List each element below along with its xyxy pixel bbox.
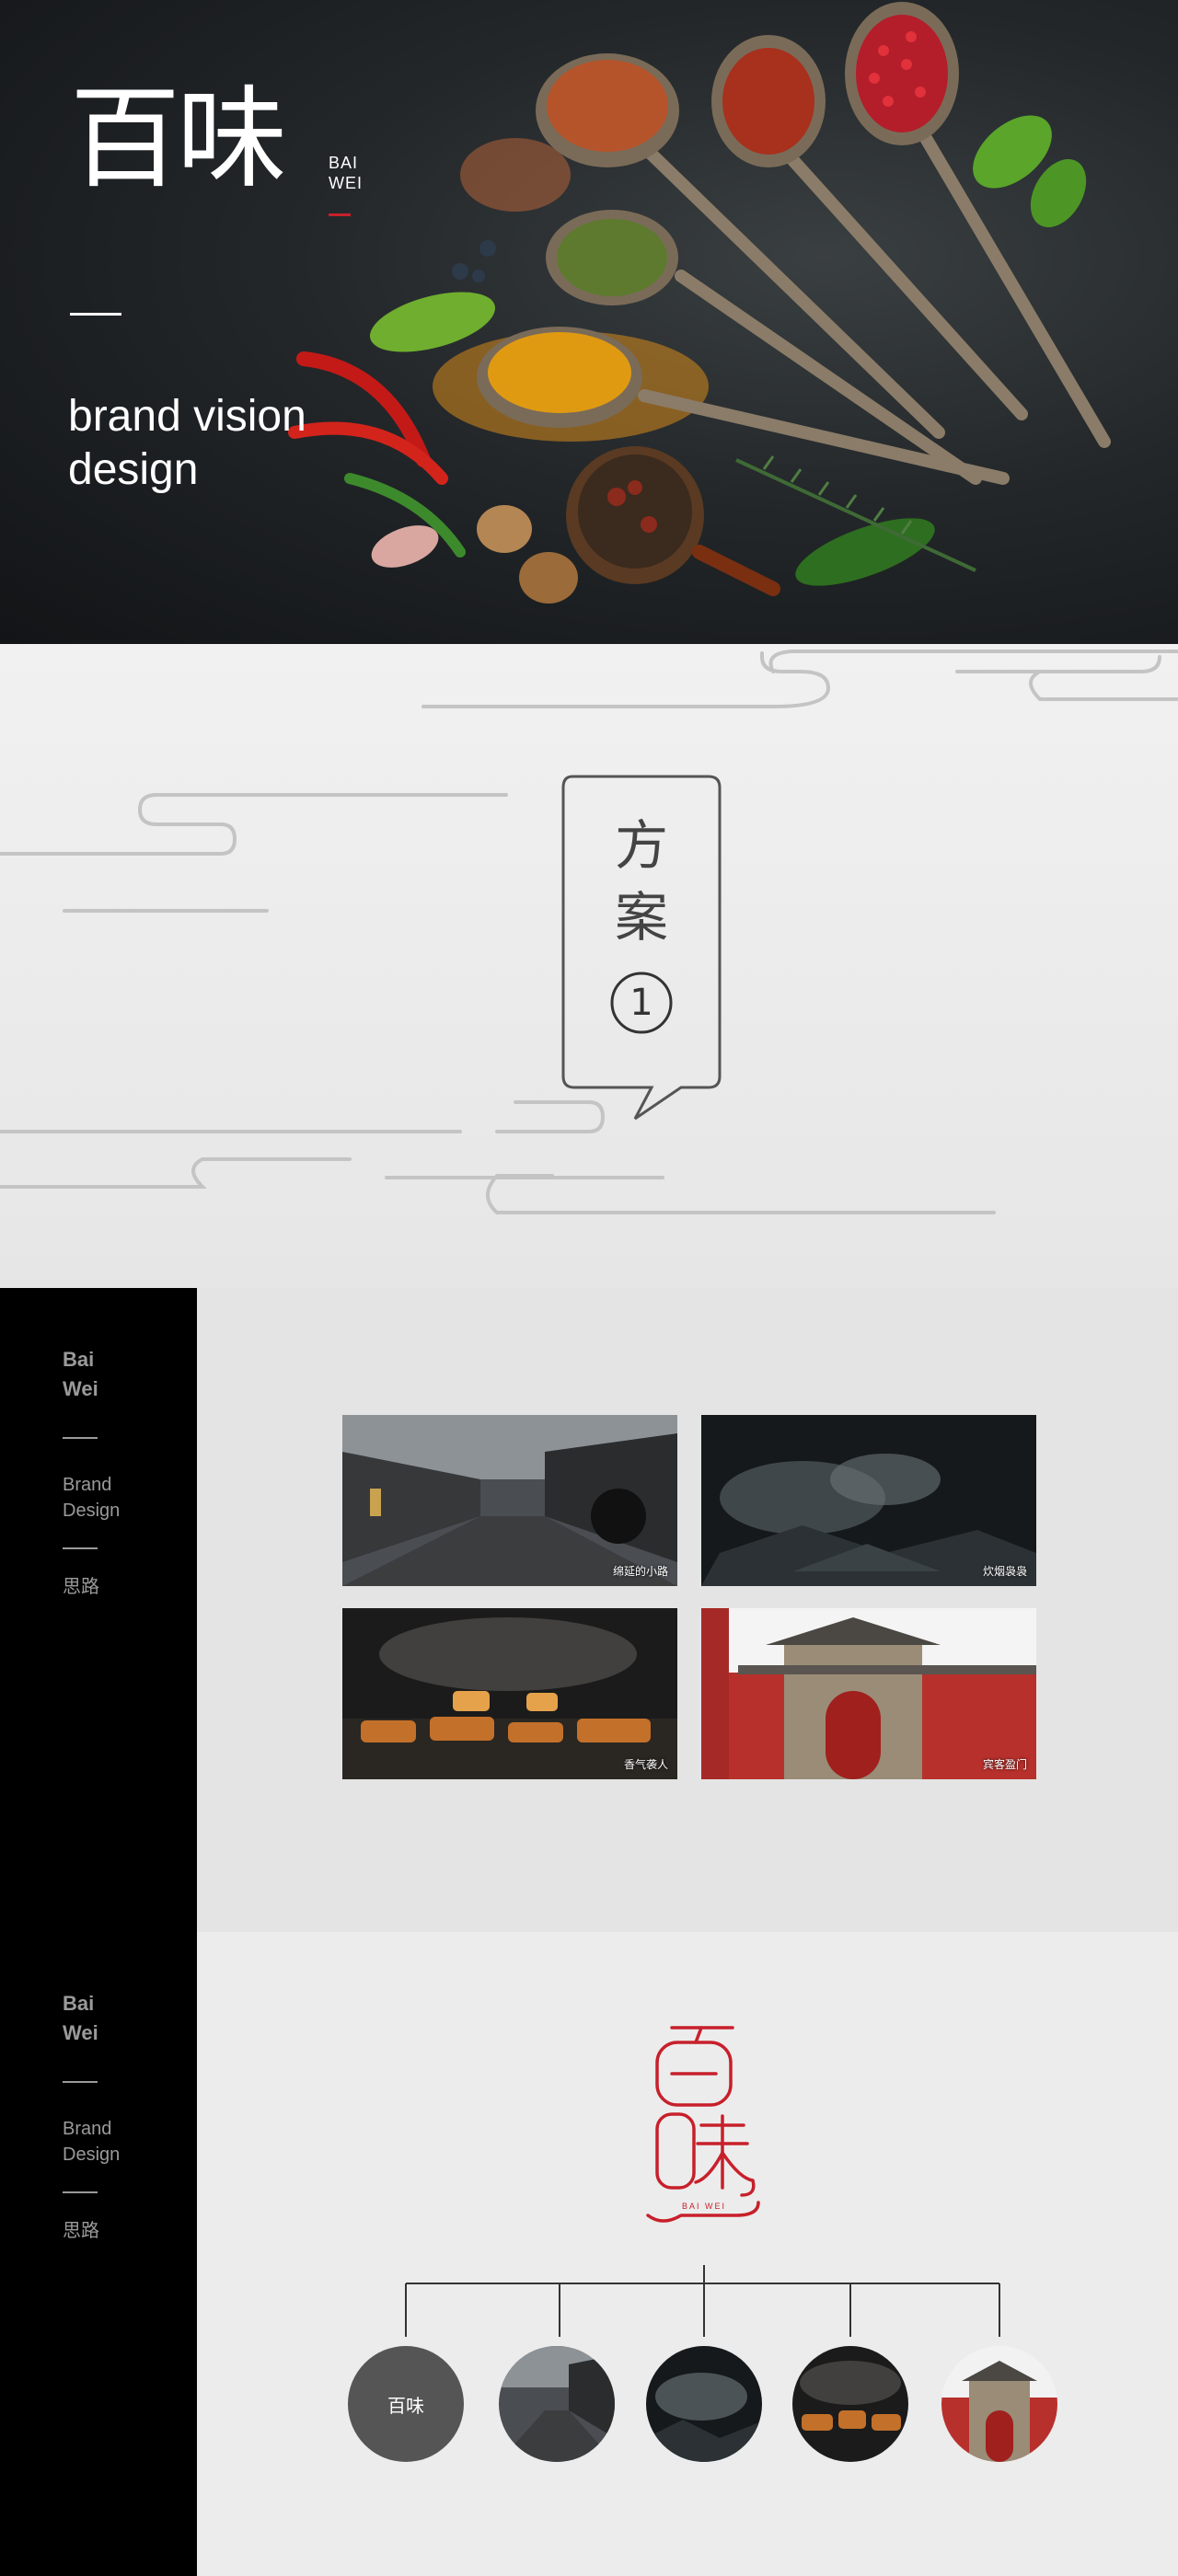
photo-caption: 炊烟袅袅 bbox=[982, 1565, 1027, 1578]
photo-tile: 炊烟袅袅 bbox=[701, 1415, 1036, 1586]
logo-concept-section: Bai Wei Brand Design 思路 BAI WEI 百味 bbox=[0, 1932, 1178, 2576]
inspiration-section: Bai Wei Brand Design 思路 绵延的小路 炊烟袅袅 香气袭人 … bbox=[0, 1288, 1178, 1932]
concept-grill-circle bbox=[792, 2346, 908, 2462]
brand-red-dash bbox=[329, 213, 351, 216]
sidebar-subtitle-line1: Brand bbox=[63, 1475, 112, 1495]
sidebar-divider bbox=[63, 1547, 98, 1549]
sidebar: Bai Wei Brand Design 思路 bbox=[0, 1288, 197, 1932]
photo-caption: 宾客盈门 bbox=[982, 1758, 1027, 1771]
grill-photo bbox=[342, 1608, 677, 1779]
photo-tile: 绵延的小路 bbox=[342, 1415, 677, 1586]
photo-caption: 绵延的小路 bbox=[612, 1565, 668, 1578]
brand-latin-line2: WEI bbox=[329, 174, 363, 192]
gate-photo bbox=[701, 1608, 1036, 1779]
photo-tile: 香气袭人 bbox=[342, 1608, 677, 1779]
concept-alley-circle bbox=[499, 2346, 615, 2462]
sidebar-brand-line2: Wei bbox=[63, 1377, 98, 1400]
sidebar-brand-line1: Bai bbox=[63, 1348, 95, 1371]
sidebar-divider bbox=[63, 1437, 98, 1439]
sidebar-note: 思路 bbox=[63, 1575, 99, 1597]
plan-number: 1 bbox=[629, 982, 653, 1024]
photo-tile: 宾客盈门 bbox=[701, 1608, 1036, 1779]
plan-title: 方 案 bbox=[595, 810, 687, 953]
plan-title-line2: 案 bbox=[614, 886, 668, 949]
cloud-lines-decoration bbox=[0, 650, 1178, 1214]
plan-title-line1: 方 bbox=[614, 814, 668, 877]
plan-section: 方 案 1 bbox=[0, 644, 1178, 1288]
hero-tagline: brand vision design bbox=[68, 390, 306, 497]
brand-latin-line1: BAI bbox=[329, 154, 359, 172]
sidebar-subtitle-line2: Design bbox=[63, 1501, 121, 1521]
alley-photo bbox=[342, 1415, 677, 1586]
tagline-line2: design bbox=[68, 445, 199, 494]
concept-tree-lines bbox=[405, 2265, 1000, 2337]
concept-gate-circle bbox=[941, 2346, 1057, 2462]
tagline-line1: brand vision bbox=[68, 392, 306, 441]
brand-logo-text: 百味 bbox=[70, 75, 287, 203]
hero-divider bbox=[70, 313, 121, 316]
photo-grid: 绵延的小路 炊烟袅袅 香气袭人 宾客盈门 bbox=[342, 1415, 1038, 1783]
concept-smoke-circle bbox=[646, 2346, 762, 2462]
sidebar-brand: Bai Wei bbox=[63, 1345, 98, 1404]
sidebar-subtitle: Brand Design bbox=[63, 1472, 120, 1524]
brand-latin-name: BAI WEI bbox=[329, 153, 363, 193]
concept-root-circle: 百味 bbox=[348, 2346, 464, 2462]
smoke-village-photo bbox=[701, 1415, 1036, 1586]
photo-caption: 香气袭人 bbox=[623, 1758, 668, 1771]
hero-banner: 百味 BAI WEI brand vision design bbox=[0, 0, 1178, 644]
